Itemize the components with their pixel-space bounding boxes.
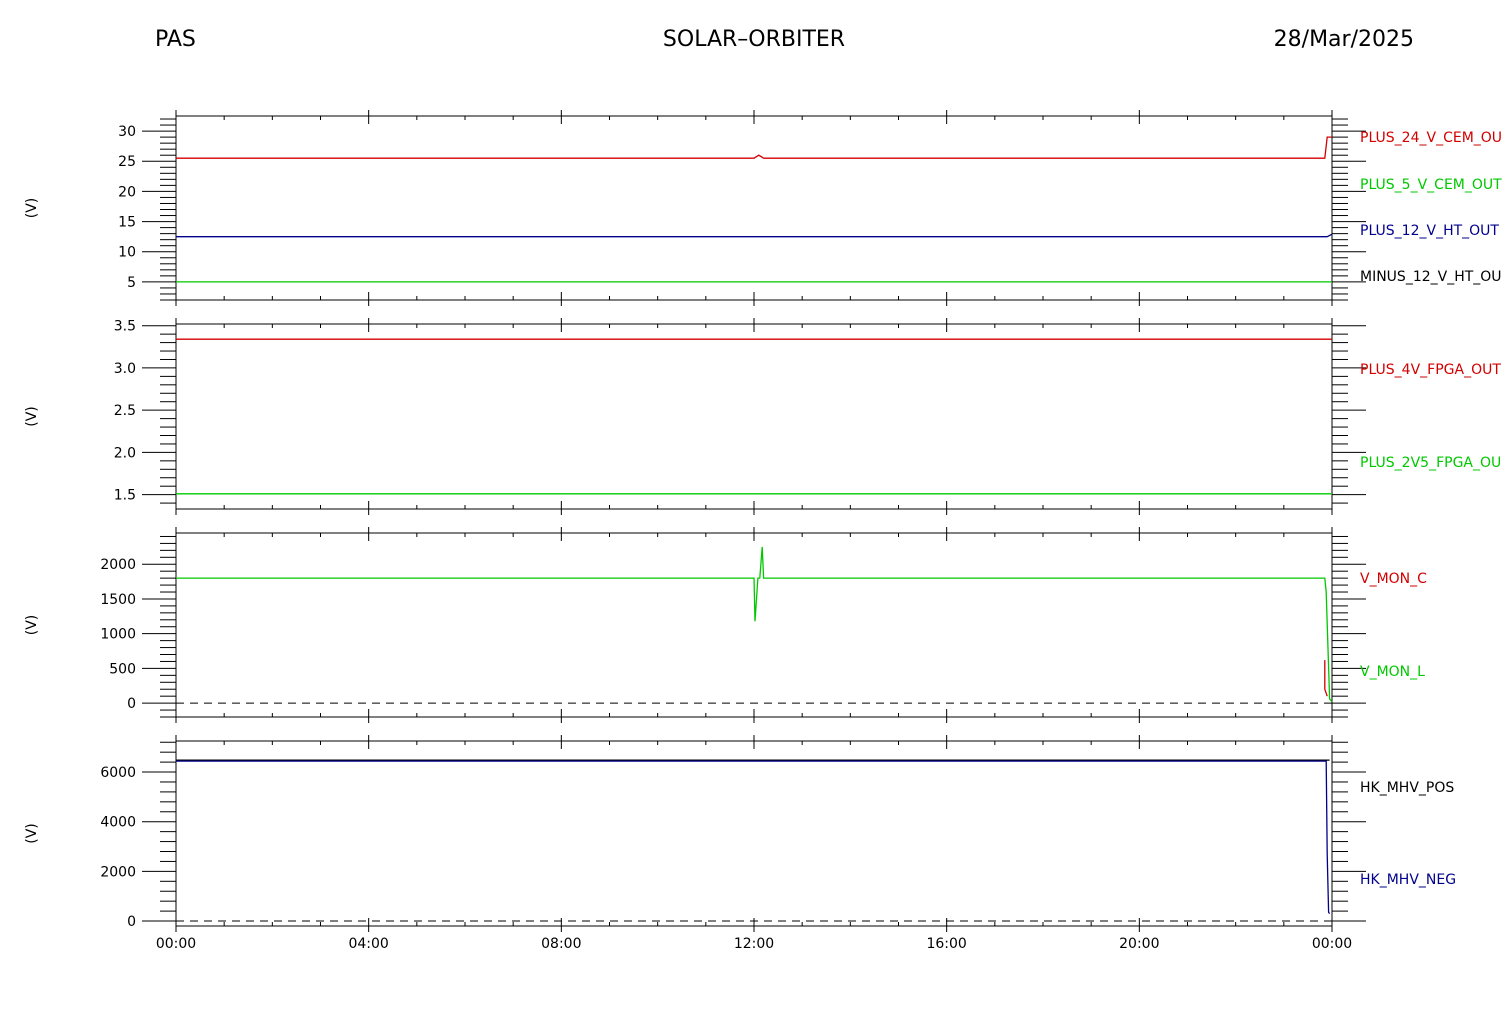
y-tick-label: 2.5 [114, 403, 136, 419]
y-tick-label: 30 [118, 124, 136, 140]
y-tick-label: 1.5 [114, 488, 136, 504]
panel-3: 0 500 1000 1500 2000 (V) V_MON_C V_MON_L [24, 527, 1427, 723]
y-tick-label: 3.5 [114, 319, 136, 335]
panel-4: 0 2000 4000 6000 (V) HK_MHV_POS HK_MHV_NEG [24, 735, 1456, 932]
legend-entry: MINUS_12_V_HT_OU [1360, 269, 1502, 285]
legend-entry: HK_MHV_POS [1360, 780, 1454, 796]
y-tick-label: 2.0 [114, 445, 136, 461]
panel-frame [175, 532, 1333, 718]
x-tick-label: 12:00 [734, 936, 774, 952]
y-tick-label: 0 [127, 914, 136, 930]
y-tick-label: 25 [118, 154, 136, 170]
header-instrument: PAS [155, 27, 196, 52]
series-hk-mhv-neg [176, 760, 1331, 914]
header-date: 28/Mar/2025 [1274, 27, 1414, 52]
x-tick-label: 16:00 [926, 936, 966, 952]
series-v-mon-c [1324, 660, 1328, 697]
chart-panels: 5 10 15 20 25 30 (V) PLUS_24_V_CEM_OU PLUS_5_V_C… [24, 110, 1502, 952]
legend-entry: PLUS_24_V_CEM_OU [1360, 130, 1502, 146]
legend-entry: PLUS_4V_FPGA_OUT [1360, 362, 1501, 378]
y-axis-label: (V) [24, 615, 40, 636]
panel-1: 5 10 15 20 25 30 (V) PLUS_24_V_CEM_OU PLUS_5_V_C… [24, 110, 1502, 306]
series-plus-24-v-cem-ou [176, 136, 1332, 159]
x-tick-label: 20:00 [1119, 936, 1159, 952]
x-tick-label: 00:00 [156, 936, 196, 952]
panel-frame [175, 323, 1333, 510]
y-tick-label: 4000 [100, 815, 136, 831]
y-tick-label: 3.0 [114, 361, 136, 377]
panel-frame [175, 115, 1333, 301]
legend-entry: PLUS_2V5_FPGA_OU [1360, 455, 1501, 471]
y-tick-label: 5 [127, 275, 136, 291]
header-mission: SOLAR–ORBITER [663, 27, 845, 52]
y-tick-label: 1500 [100, 592, 136, 608]
series-v-mon-l [176, 546, 1333, 703]
legend-entry: V_MON_L [1360, 664, 1425, 680]
y-tick-label: 15 [118, 215, 136, 231]
x-tick-label: 00:00 [1312, 936, 1352, 952]
y-axis-label: (V) [24, 198, 40, 219]
series-plus-12-v-ht-out [176, 233, 1333, 238]
y-tick-label: 0 [127, 696, 136, 712]
legend-entry: V_MON_C [1360, 571, 1427, 587]
legend-entry: PLUS_5_V_CEM_OUT [1360, 177, 1502, 193]
x-tick-label: 04:00 [348, 936, 388, 952]
solar-orbiter-housekeeping-plot: PAS SOLAR–ORBITER 28/Mar/2025 5 10 15 20 25 3… [24, 27, 1502, 952]
x-tick-label: 08:00 [541, 936, 581, 952]
legend-entry: HK_MHV_NEG [1360, 872, 1456, 888]
panel-2: 1.5 2.0 2.5 3.0 3.5 (V) PLUS_4V_FPGA_OUT PLUS_2… [24, 318, 1501, 515]
y-tick-label: 2000 [100, 864, 136, 880]
y-tick-label: 10 [118, 245, 136, 261]
y-tick-label: 500 [109, 661, 136, 677]
y-tick-label: 2000 [100, 557, 136, 573]
legend-entry: PLUS_12_V_HT_OUT [1360, 223, 1499, 239]
y-tick-label: 1000 [100, 627, 136, 643]
panel-frame [175, 740, 1333, 927]
y-tick-label: 6000 [100, 765, 136, 781]
y-axis-label: (V) [24, 406, 40, 427]
y-tick-label: 20 [118, 184, 136, 200]
y-axis-label: (V) [24, 823, 40, 844]
